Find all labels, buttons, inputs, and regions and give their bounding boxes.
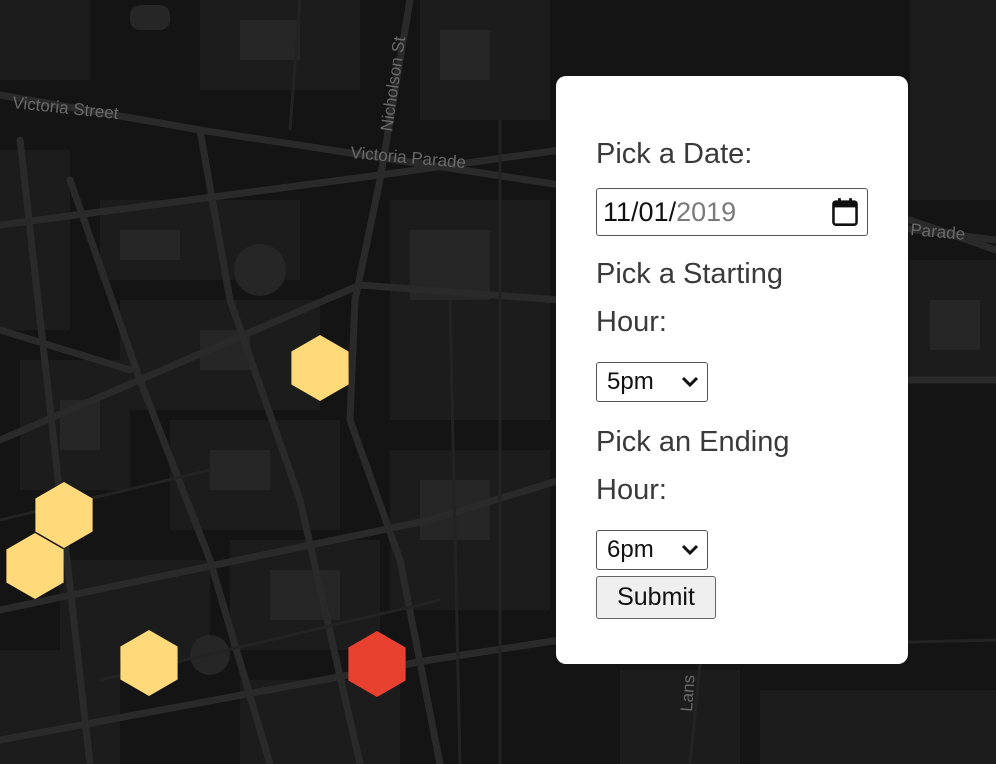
date-separator: /: [631, 196, 639, 227]
end-hour-select[interactable]: 6pm: [596, 530, 708, 570]
calendar-icon[interactable]: [831, 197, 859, 227]
date-month[interactable]: 11: [603, 197, 631, 228]
start-hour-value: 5pm: [607, 368, 654, 395]
chevron-down-icon: [681, 544, 699, 556]
submit-button[interactable]: Submit: [596, 576, 716, 619]
end-hour-label: Pick an Ending Hour:: [596, 426, 790, 506]
start-hour-select[interactable]: 5pm: [596, 362, 708, 402]
date-year[interactable]: 2019: [676, 197, 736, 228]
chevron-down-icon: [681, 376, 699, 388]
start-hour-label: Pick a Starting Hour:: [596, 258, 783, 338]
end-hour-value: 6pm: [607, 536, 654, 563]
filter-panel: Pick a Date: 11 / 01 / 2019 Pick a Start…: [556, 76, 908, 664]
date-separator: /: [668, 196, 677, 227]
date-label: Pick a Date:: [596, 138, 753, 170]
street-label-lans: Lans: [677, 674, 699, 712]
date-input[interactable]: 11 / 01 / 2019: [596, 188, 868, 236]
date-day[interactable]: 01: [639, 197, 669, 228]
